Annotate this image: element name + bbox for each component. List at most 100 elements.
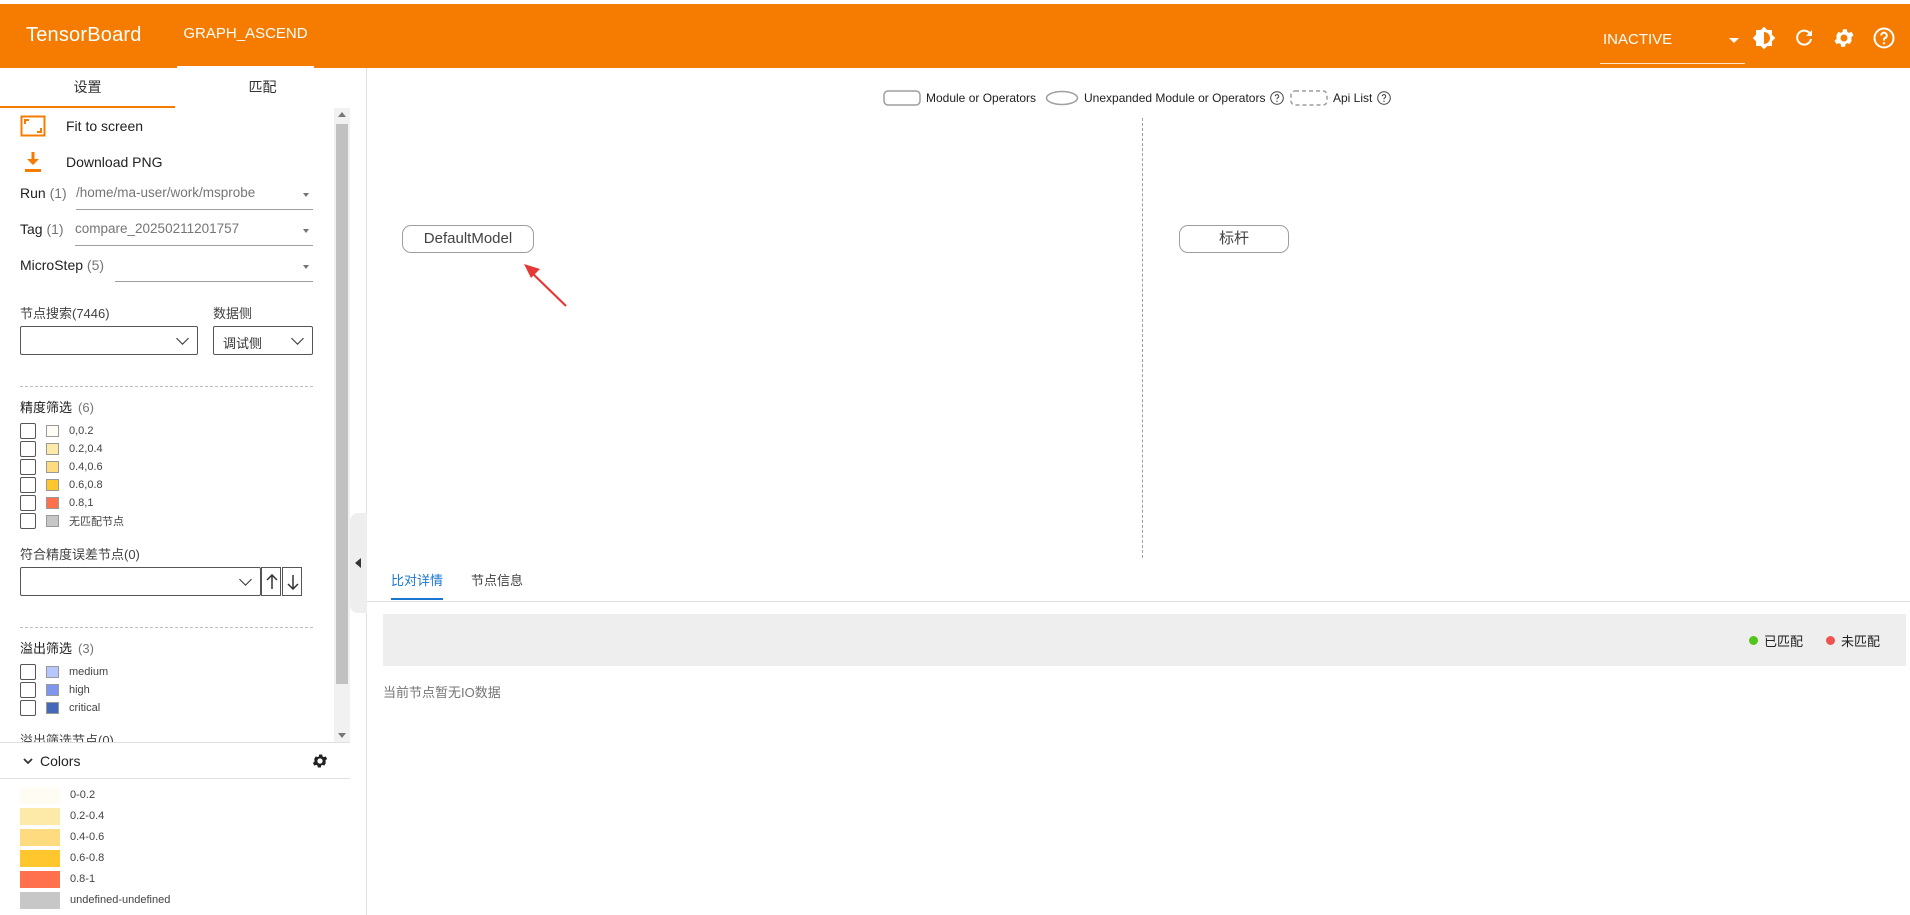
colors-panel-header[interactable]: Colors [0,743,350,779]
tab-node-info[interactable]: 节点信息 [471,570,523,589]
precision-filter-item[interactable]: 0.8,1 [20,494,93,512]
tab-settings[interactable]: 设置 [0,68,175,108]
legend-api-list: Api List [1290,90,1392,106]
divider [20,627,313,628]
precision-filter-item[interactable]: 0,0.2 [20,422,93,440]
fit-to-screen-button[interactable]: Fit to screen [20,113,143,139]
overflow-filter-item[interactable]: medium [20,663,108,681]
arrow-up-icon [266,574,278,589]
microstep-count: (5) [86,257,105,273]
graph-divider [1142,118,1143,558]
filter-item-label: 无匹配节点 [69,516,124,528]
fit-to-screen-label: Fit to screen [66,118,144,134]
legend-api-list-label: Api List [1333,91,1373,105]
run-select[interactable]: /home/ma-user/work/msprobe [76,180,313,210]
tag-select[interactable]: compare_20250211201757 [75,216,313,246]
arrow-down-icon [287,575,299,590]
tag-label-text: Tag [20,221,43,237]
precision-filter-title-text: 精度筛选 [20,400,73,415]
red-dot-icon [1826,636,1835,645]
colors-panel: Colors 0-0.2 0.2-0.4 0.4-0.6 0.6-0.8 0.8… [0,742,350,915]
api-list-shape-icon [1290,90,1328,106]
help-icon[interactable] [1269,90,1285,106]
tab-graph-ascend[interactable]: GRAPH_ASCEND [177,4,314,68]
color-swatch [46,702,59,714]
graph-canvas[interactable]: Module or Operators Unexpanded Module or… [367,68,1910,558]
precision-filter-item[interactable]: 0.4,0.6 [20,458,103,476]
checkbox[interactable] [20,459,36,475]
scroll-up-icon[interactable] [338,112,346,117]
help-icon[interactable] [1872,26,1896,50]
download-png-button[interactable]: Download PNG [20,149,163,175]
checkbox[interactable] [20,513,36,529]
checkbox[interactable] [20,423,36,439]
color-swatch [46,666,59,678]
color-legend-item: 0.2-0.4 [20,807,104,825]
overflow-nodes-label: 溢出筛选节点(0) [20,733,114,742]
divider [20,386,313,387]
run-label: Run (1) [20,185,67,201]
unmatched-indicator: 未匹配 [1826,631,1880,650]
color-swatch [46,515,59,527]
color-swatch [46,497,59,509]
color-swatch [20,891,60,909]
filter-item-label: high [69,684,90,696]
caret-down-icon [303,265,309,269]
precision-filter-title: 精度筛选 (6) [20,397,94,416]
caret-down-icon [1729,38,1739,43]
chevron-down-icon [239,573,252,586]
graph-node-bench[interactable]: 标杆 [1179,225,1289,253]
graph-node-debug[interactable]: DefaultModel [402,225,534,253]
status-dropdown[interactable]: INACTIVE [1600,18,1745,64]
refresh-icon[interactable] [1792,26,1816,50]
microstep-select[interactable] [115,252,313,282]
microstep-field: MicroStep (5) [20,252,313,282]
data-side-value: 调试侧 [223,336,263,351]
brightness-icon[interactable] [1752,26,1776,50]
checkbox[interactable] [20,700,36,716]
checkbox[interactable] [20,664,36,680]
sidebar-collapse-button[interactable] [350,513,367,613]
legend-module: Module or Operators [883,90,1036,106]
status-value: INACTIVE [1603,31,1673,48]
sidebar-scrollbar[interactable] [334,108,350,742]
overflow-filter-item[interactable]: critical [20,699,100,717]
legend-unexpanded-label: Unexpanded Module or Operators [1084,91,1266,105]
overflow-filter-item[interactable]: high [20,681,90,699]
scrollbar-thumb[interactable] [336,124,348,684]
color-swatch [20,828,60,846]
precision-filter-item[interactable]: 0.2,0.4 [20,440,103,458]
legend-module-label: Module or Operators [926,91,1037,105]
unexpanded-shape-icon [1045,90,1079,106]
checkbox[interactable] [20,495,36,511]
color-legend-label: 0.4-0.6 [70,831,105,843]
precision-error-nodes-select[interactable] [20,567,261,596]
gear-icon[interactable] [311,752,329,770]
checkbox[interactable] [20,441,36,457]
scroll-down-icon[interactable] [338,733,346,738]
run-value: /home/ma-user/work/msprobe [76,185,256,200]
tab-compare-details[interactable]: 比对详情 [391,570,444,600]
settings-icon[interactable] [1832,26,1856,50]
color-legend-label: 0-0.2 [70,789,96,801]
checkbox[interactable] [20,682,36,698]
filter-item-label: 0.8,1 [69,497,94,509]
checkbox[interactable] [20,477,36,493]
sidebar-scroll-area[interactable]: Fit to screen Download PNG Run (1) /home… [0,108,350,742]
precision-filter-item[interactable]: 无匹配节点 [20,512,124,530]
match-status-bar: 已匹配 未匹配 [383,614,1906,666]
filter-item-label: 0.4,0.6 [69,461,103,473]
tab-match[interactable]: 匹配 [175,68,350,108]
color-swatch [46,479,59,491]
node-search-select[interactable] [20,326,198,355]
color-legend-item: 0.6-0.8 [20,849,104,867]
prev-node-button[interactable] [261,567,281,596]
precision-filter-item[interactable]: 0.6,0.8 [20,476,103,494]
sidebar-tabs: 设置 匹配 [0,68,366,108]
filter-item-label: medium [69,666,109,678]
help-icon[interactable] [1376,90,1392,106]
color-swatch [46,425,59,437]
data-side-select[interactable]: 调试侧 [213,326,313,355]
filter-item-label: 0.6,0.8 [69,479,103,491]
next-node-button[interactable] [282,567,302,596]
